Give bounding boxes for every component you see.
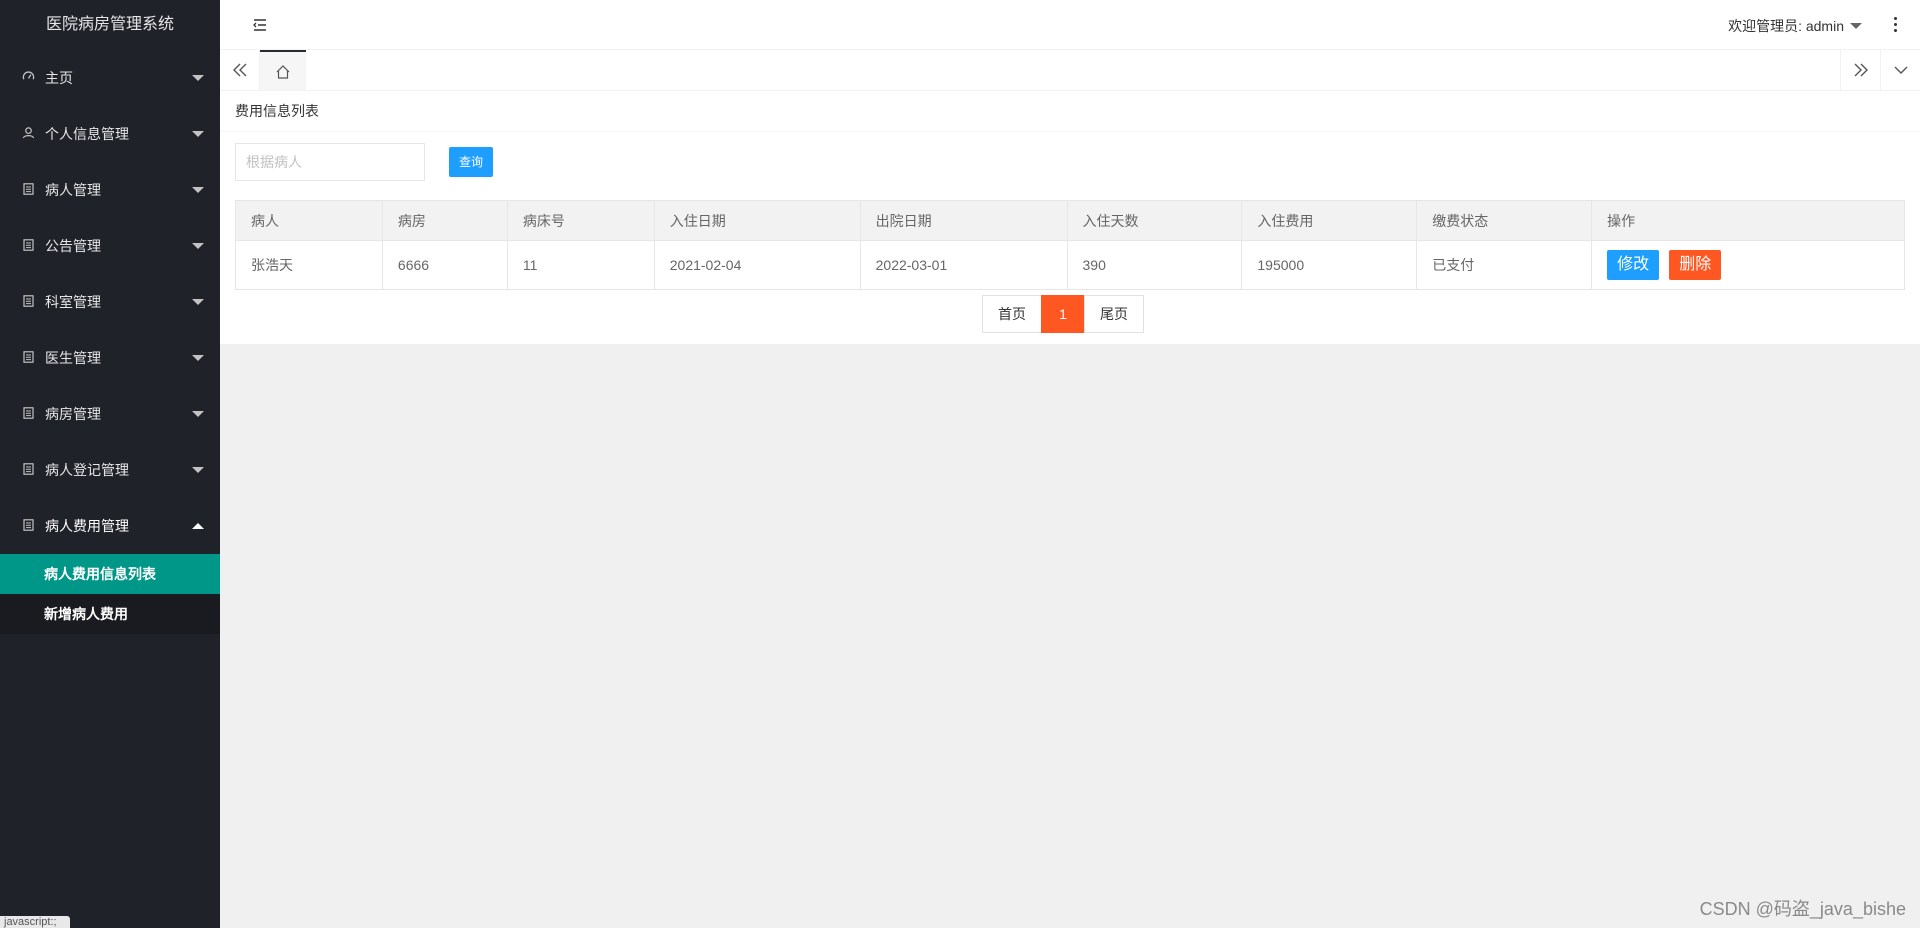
sidebar-item-label: 病人费用管理 (45, 518, 129, 534)
current-page-button[interactable]: 1 (1041, 295, 1085, 333)
chevron-down-icon (192, 187, 204, 193)
delete-button[interactable]: 删除 (1669, 250, 1722, 280)
query-button[interactable]: 查询 (449, 147, 494, 177)
sidebar-item-home[interactable]: 主页 (0, 50, 220, 106)
sidebar-item-label: 病房管理 (45, 406, 101, 422)
sidebar-item-doctors[interactable]: 医生管理 (0, 330, 220, 386)
document-icon (20, 462, 36, 478)
column-header: 病房 (381, 200, 508, 241)
cell-actions: 修改 删除 (1591, 240, 1905, 290)
user-menu[interactable]: 欢迎管理员: admin (1728, 16, 1862, 36)
table-row: 张浩天 6666 11 2021-02-04 2022-03-01 390 19… (235, 240, 1905, 290)
sidebar-subitem-fee-list[interactable]: 病人费用信息列表 (0, 554, 220, 594)
column-header: 病人 (235, 200, 383, 241)
sidebar-item-label: 病人管理 (45, 182, 101, 198)
fee-table: 病人 病房 病床号 入住日期 出院日期 入住天数 入住费用 缴费状态 操作 张浩… (235, 200, 1905, 290)
document-icon (20, 238, 36, 254)
tab-home[interactable] (260, 50, 306, 90)
cell-checkout-date: 2022-03-01 (859, 240, 1068, 290)
first-page-button[interactable]: 首页 (982, 295, 1042, 333)
tabs-menu-chevron-icon[interactable] (1880, 50, 1920, 90)
tabs-bar (220, 50, 1920, 91)
sidebar-subitem-add-fee[interactable]: 新增病人费用 (0, 594, 220, 634)
tabs-scroll-left-icon[interactable] (220, 50, 260, 90)
document-icon (20, 182, 36, 198)
cell-payment-status: 已支付 (1416, 240, 1593, 290)
sidebar: 医院病房管理系统 主页 个人信息管理 病人管理 公告管理 科室管理 医生管理 病… (0, 0, 220, 928)
search-row: 查询 (235, 143, 494, 181)
sidebar-item-label: 病人登记管理 (45, 462, 129, 478)
chevron-down-icon (192, 467, 204, 473)
sidebar-item-personal-info[interactable]: 个人信息管理 (0, 106, 220, 162)
sidebar-item-label: 主页 (45, 70, 73, 86)
sidebar-item-registration[interactable]: 病人登记管理 (0, 442, 220, 498)
sidebar-item-wards[interactable]: 病房管理 (0, 386, 220, 442)
sidebar-submenu: 病人费用信息列表 新增病人费用 (0, 554, 220, 634)
edit-button[interactable]: 修改 (1607, 250, 1660, 280)
card-title: 费用信息列表 (220, 91, 1920, 132)
patient-search-input[interactable] (235, 143, 425, 181)
menu-toggle-icon[interactable] (250, 15, 270, 35)
cell-checkin-date: 2021-02-04 (653, 240, 861, 290)
column-header: 病床号 (506, 200, 655, 241)
sidebar-item-announcements[interactable]: 公告管理 (0, 218, 220, 274)
dashboard-icon (20, 70, 36, 86)
column-header: 缴费状态 (1416, 200, 1593, 241)
sidebar-item-label: 公告管理 (45, 238, 101, 254)
app-logo-title: 医院病房管理系统 (45, 16, 174, 33)
chevron-down-icon (192, 75, 204, 81)
user-icon (20, 126, 36, 142)
cell-bed: 11 (506, 240, 655, 290)
chevron-down-icon (192, 355, 204, 361)
fee-list-card: 费用信息列表 查询 病人 病房 病床号 入住日期 出院日期 入住天数 入住费用 … (220, 91, 1920, 344)
last-page-button[interactable]: 尾页 (1084, 295, 1144, 333)
column-header: 操作 (1591, 200, 1905, 241)
column-header: 入住天数 (1066, 200, 1243, 241)
sidebar-item-label: 个人信息管理 (45, 126, 129, 142)
chevron-down-icon (192, 131, 204, 137)
more-vertical-icon[interactable] (1890, 14, 1900, 36)
tabs-scroll-right-icon[interactable] (1840, 50, 1880, 90)
chevron-down-icon (192, 243, 204, 249)
sidebar-item-patient-fees[interactable]: 病人费用管理 (0, 498, 220, 554)
column-header: 出院日期 (859, 200, 1068, 241)
document-icon (20, 406, 36, 422)
sidebar-item-label: 科室管理 (45, 294, 101, 310)
column-header: 入住费用 (1241, 200, 1418, 241)
document-icon (20, 294, 36, 310)
user-welcome-label: 欢迎管理员: admin (1728, 18, 1844, 34)
status-bar-url: javascript:; (0, 916, 70, 928)
table-header-row: 病人 病房 病床号 入住日期 出院日期 入住天数 入住费用 缴费状态 操作 (235, 200, 1905, 241)
chevron-up-icon (192, 523, 204, 529)
document-icon (20, 518, 36, 534)
chevron-down-icon (192, 411, 204, 417)
watermark: CSDN @码盗_java_bishe (1699, 899, 1906, 919)
document-icon (20, 350, 36, 366)
chevron-down-icon (192, 299, 204, 305)
sidebar-item-patients[interactable]: 病人管理 (0, 162, 220, 218)
top-header: 欢迎管理员: admin (220, 0, 1920, 50)
cell-days: 390 (1066, 240, 1243, 290)
pagination: 首页 1 尾页 (982, 295, 1144, 333)
column-header: 入住日期 (653, 200, 861, 241)
cell-ward: 6666 (381, 240, 508, 290)
sidebar-item-label: 医生管理 (45, 350, 101, 366)
chevron-down-icon (1850, 23, 1862, 29)
home-icon (276, 65, 290, 79)
cell-cost: 195000 (1241, 240, 1418, 290)
sidebar-item-departments[interactable]: 科室管理 (0, 274, 220, 330)
cell-patient: 张浩天 (235, 240, 383, 290)
